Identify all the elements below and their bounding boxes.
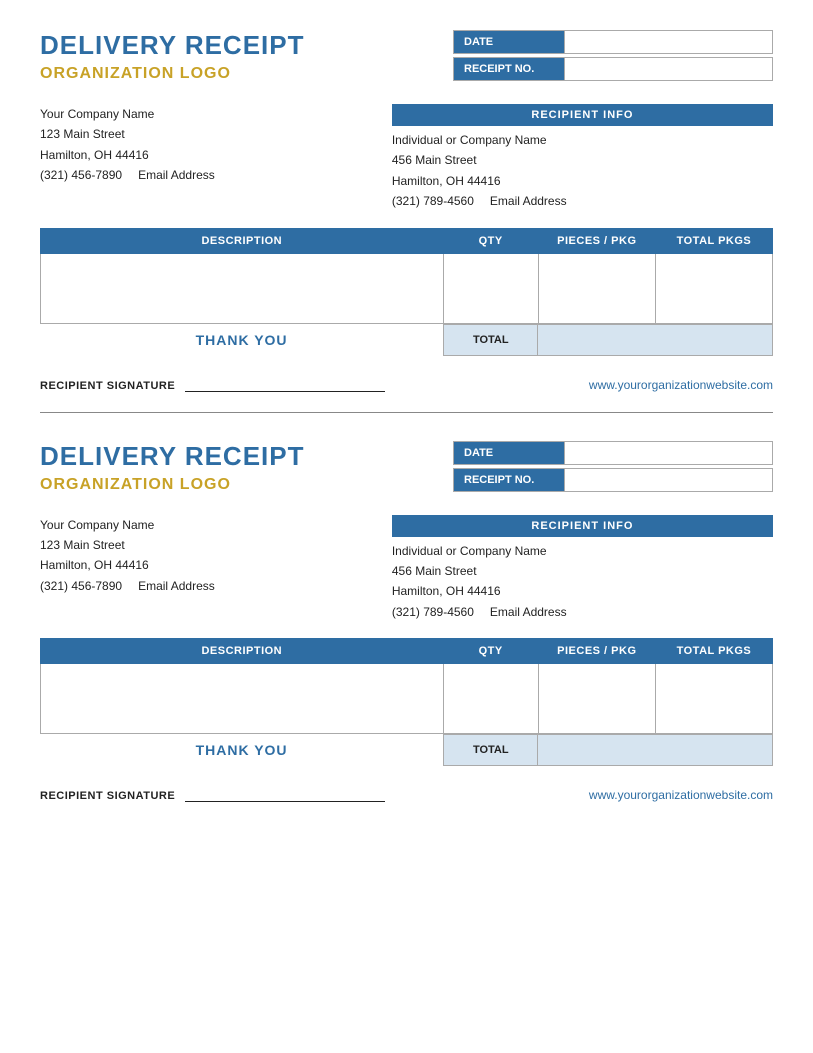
sender-1-name: Your Company Name (40, 104, 348, 124)
receipt-1-recipient-wrapper: RECIPIENT INFO Individual or Company Nam… (392, 104, 773, 212)
receipt-2-total-value[interactable] (538, 734, 773, 766)
receipt-1-table: DESCRIPTION QTY PIECES / PKG TOTAL PKGS (40, 228, 773, 324)
receipt-2-header: DELIVERY RECEIPT ORGANIZATION LOGO DATE … (40, 441, 773, 495)
recipient-1-contact: (321) 789-4560 Email Address (392, 191, 773, 211)
receipt-1-pkg-cell[interactable] (538, 253, 655, 323)
recipient-2-name: Individual or Company Name (392, 541, 773, 561)
sender-1-address: 123 Main Street (40, 124, 348, 144)
recipient-2-city: Hamilton, OH 44416 (392, 581, 773, 601)
receipt-1-total-value[interactable] (538, 324, 773, 356)
sender-2-address: 123 Main Street (40, 535, 348, 555)
receipt-2-total-label: TOTAL (443, 734, 538, 766)
receipt-1-col3-header: PIECES / PKG (538, 228, 655, 253)
receipt-1-no-label: RECEIPT NO. (454, 58, 564, 80)
receipt-2-col4-header: TOTAL PKGS (655, 639, 772, 664)
receipt-1-recipient-info: Individual or Company Name 456 Main Stre… (392, 130, 773, 212)
receipt-1-sig-label: RECIPIENT SIGNATURE (40, 380, 175, 392)
receipt-1-header: DELIVERY RECEIPT ORGANIZATION LOGO DATE … (40, 30, 773, 84)
receipt-1-footer: THANK YOU TOTAL (40, 324, 773, 356)
receipt-1-title: DELIVERY RECEIPT (40, 30, 305, 61)
receipt-2-logo: ORGANIZATION LOGO (40, 476, 305, 494)
receipt-1-col1-header: DESCRIPTION (41, 228, 444, 253)
receipt-1-date-row: DATE (453, 30, 773, 54)
receipt-2-sig-left: RECIPIENT SIGNATURE (40, 788, 385, 802)
sender-2-email: Email Address (138, 576, 215, 596)
receipt-2-no-row: RECEIPT NO. (453, 468, 773, 492)
receipt-2-info: Your Company Name 123 Main Street Hamilt… (40, 515, 773, 623)
receipt-2-date-value[interactable] (564, 442, 772, 464)
receipt-1-desc-cell[interactable] (41, 253, 444, 323)
receipt-1-title-section: DELIVERY RECEIPT ORGANIZATION LOGO (40, 30, 305, 83)
receipt-2-footer: THANK YOU TOTAL (40, 734, 773, 766)
receipt-1-logo: ORGANIZATION LOGO (40, 65, 305, 83)
receipt-1: DELIVERY RECEIPT ORGANIZATION LOGO DATE … (40, 30, 773, 392)
recipient-2-phone: (321) 789-4560 (392, 602, 474, 622)
receipt-2-total-cell[interactable] (655, 664, 772, 734)
sender-2-city: Hamilton, OH 44416 (40, 555, 348, 575)
receipt-2-sig-line (185, 801, 385, 802)
sender-2-name: Your Company Name (40, 515, 348, 535)
receipt-1-info: Your Company Name 123 Main Street Hamilt… (40, 104, 773, 212)
table-row (41, 253, 773, 323)
receipt-1-recipient-header: RECIPIENT INFO (392, 104, 773, 126)
receipt-1-date-box: DATE RECEIPT NO. (453, 30, 773, 84)
receipt-1-sender: Your Company Name 123 Main Street Hamilt… (40, 104, 348, 212)
receipt-1-total-label: TOTAL (443, 324, 538, 356)
receipt-2-pkg-cell[interactable] (538, 664, 655, 734)
receipt-1-sig-line (185, 391, 385, 392)
receipt-1-col2-header: QTY (443, 228, 538, 253)
receipt-1-no-row: RECEIPT NO. (453, 57, 773, 81)
receipt-1-qty-cell[interactable] (443, 253, 538, 323)
receipt-1-no-value[interactable] (564, 58, 772, 80)
receipt-1-website[interactable]: www.yourorganizationwebsite.com (589, 378, 773, 392)
sender-1-email: Email Address (138, 165, 215, 185)
table-row (41, 664, 773, 734)
receipt-2-col3-header: PIECES / PKG (538, 639, 655, 664)
receipt-1-date-label: DATE (454, 31, 564, 53)
recipient-1-email: Email Address (490, 191, 567, 211)
receipt-1-col4-header: TOTAL PKGS (655, 228, 772, 253)
receipt-divider (40, 412, 773, 413)
receipt-2-recipient-info: Individual or Company Name 456 Main Stre… (392, 541, 773, 623)
receipt-2-recipient-wrapper: RECIPIENT INFO Individual or Company Nam… (392, 515, 773, 623)
receipt-2-col2-header: QTY (443, 639, 538, 664)
sender-2-contact: (321) 456-7890 Email Address (40, 576, 348, 596)
receipt-2-sender: Your Company Name 123 Main Street Hamilt… (40, 515, 348, 623)
receipt-2-desc-cell[interactable] (41, 664, 444, 734)
sender-1-phone: (321) 456-7890 (40, 165, 122, 185)
receipt-2-no-value[interactable] (564, 469, 772, 491)
receipt-2-no-label: RECEIPT NO. (454, 469, 564, 491)
receipt-2: DELIVERY RECEIPT ORGANIZATION LOGO DATE … (40, 441, 773, 803)
receipt-1-date-value[interactable] (564, 31, 772, 53)
receipt-2-title: DELIVERY RECEIPT (40, 441, 305, 472)
receipt-1-thank-you: THANK YOU (40, 324, 443, 356)
receipt-2-title-section: DELIVERY RECEIPT ORGANIZATION LOGO (40, 441, 305, 494)
receipt-2-recipient-header: RECIPIENT INFO (392, 515, 773, 537)
recipient-1-name: Individual or Company Name (392, 130, 773, 150)
recipient-1-address: 456 Main Street (392, 150, 773, 170)
receipt-2-thank-you: THANK YOU (40, 734, 443, 766)
recipient-1-city: Hamilton, OH 44416 (392, 171, 773, 191)
recipient-2-address: 456 Main Street (392, 561, 773, 581)
sender-1-contact: (321) 456-7890 Email Address (40, 165, 348, 185)
receipt-2-qty-cell[interactable] (443, 664, 538, 734)
receipt-2-date-label: DATE (454, 442, 564, 464)
receipt-2-date-row: DATE (453, 441, 773, 465)
receipt-2-col1-header: DESCRIPTION (41, 639, 444, 664)
receipt-2-signature-section: RECIPIENT SIGNATURE www.yourorganization… (40, 788, 773, 802)
receipt-2-table: DESCRIPTION QTY PIECES / PKG TOTAL PKGS (40, 638, 773, 734)
receipt-2-website[interactable]: www.yourorganizationwebsite.com (589, 788, 773, 802)
receipt-1-signature-section: RECIPIENT SIGNATURE www.yourorganization… (40, 378, 773, 392)
receipt-1-sig-left: RECIPIENT SIGNATURE (40, 378, 385, 392)
receipt-2-sig-label: RECIPIENT SIGNATURE (40, 790, 175, 802)
recipient-1-phone: (321) 789-4560 (392, 191, 474, 211)
receipt-1-total-cell[interactable] (655, 253, 772, 323)
sender-1-city: Hamilton, OH 44416 (40, 145, 348, 165)
recipient-2-email: Email Address (490, 602, 567, 622)
recipient-2-contact: (321) 789-4560 Email Address (392, 602, 773, 622)
receipt-2-date-box: DATE RECEIPT NO. (453, 441, 773, 495)
sender-2-phone: (321) 456-7890 (40, 576, 122, 596)
